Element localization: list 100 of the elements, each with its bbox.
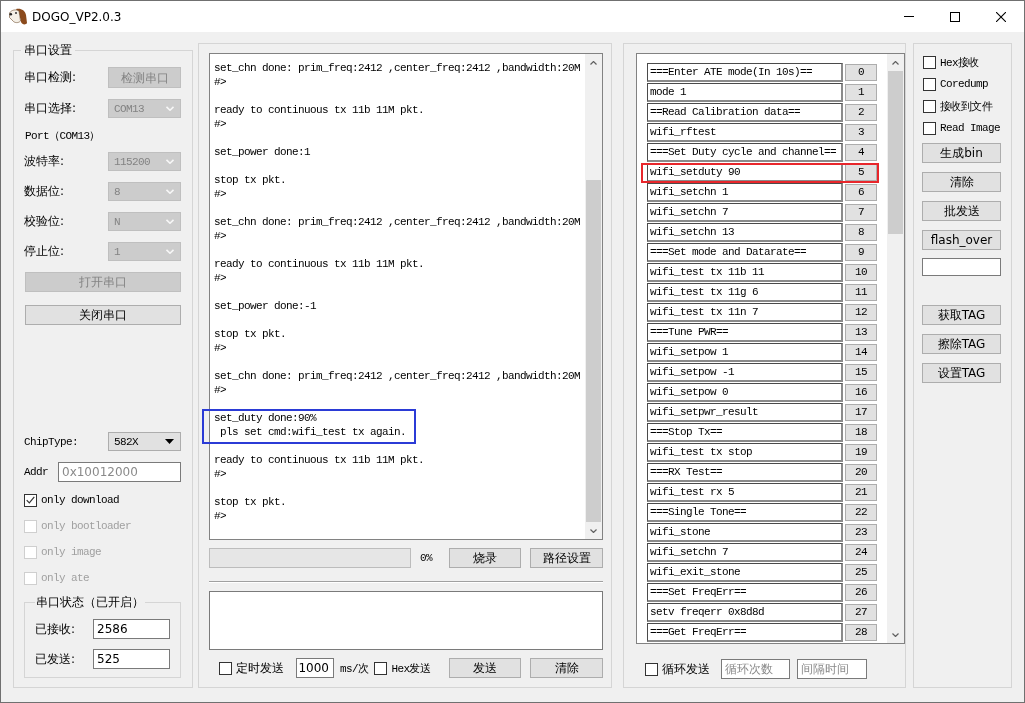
command-field[interactable]: wifi_setchn 7 [647, 203, 843, 222]
command-field[interactable]: ===Set mode and Datarate== [647, 243, 843, 262]
number-button[interactable]: 24 [845, 544, 877, 561]
number-button[interactable]: 22 [845, 504, 877, 521]
log-line: #> [214, 271, 227, 285]
field-label: 串口选择: [24, 100, 77, 117]
chevron-up-icon[interactable] [892, 60, 899, 65]
button[interactable]: 生成bin [922, 143, 1001, 163]
number-button[interactable]: 13 [845, 324, 877, 341]
command-field[interactable]: wifi_test tx 11g 6 [647, 283, 843, 302]
button[interactable]: 获取TAG [922, 305, 1001, 325]
number-button[interactable]: 4 [845, 144, 877, 161]
number-button[interactable]: 12 [845, 304, 877, 321]
loop-count-field[interactable]: 循环次数 [721, 659, 790, 679]
command-field[interactable]: wifi_setpwr_result [647, 403, 843, 422]
command-field[interactable]: wifi_setpow 1 [647, 343, 843, 362]
number-button[interactable]: 9 [845, 244, 877, 261]
checkbox[interactable] [923, 77, 936, 91]
command-field[interactable]: ===Set Duty cycle and channel== [647, 143, 843, 162]
number-button[interactable]: 20 [845, 464, 877, 481]
command-field[interactable]: wifi_setpow 0 [647, 383, 843, 402]
command-field[interactable]: ===Single Tone== [647, 503, 843, 522]
checkbox[interactable] [219, 661, 232, 675]
scrollbar-thumb[interactable] [888, 71, 903, 234]
loop-interval-field[interactable]: 间隔时间 [797, 659, 867, 679]
command-field[interactable]: ===Stop Tx== [647, 423, 843, 442]
number-button[interactable]: 26 [845, 584, 877, 601]
chevron-down-icon[interactable] [590, 528, 597, 533]
command-field[interactable]: wifi_setchn 1 [647, 183, 843, 202]
number-button[interactable]: 8 [845, 224, 877, 241]
checkbox[interactable] [923, 55, 936, 69]
number-button[interactable]: 6 [845, 184, 877, 201]
command-field[interactable]: ===RX Test== [647, 463, 843, 482]
button[interactable]: 擦除TAG [922, 334, 1001, 354]
command-field[interactable]: wifi_setduty 90 [647, 163, 843, 182]
command-field[interactable]: ===Get FreqErr== [647, 623, 843, 642]
command-field[interactable]: ==Read Calibration data== [647, 103, 843, 122]
number-button[interactable]: 3 [845, 124, 877, 141]
command-field[interactable]: ===Enter ATE mode(In 10s)== [647, 63, 843, 82]
button[interactable]: 烧录 [449, 548, 521, 568]
command-field[interactable]: setv freqerr 0x8d8d [647, 603, 843, 622]
send-text-area[interactable] [209, 591, 603, 650]
command-field[interactable]: ===Set FreqErr== [647, 583, 843, 602]
number-button[interactable]: 5 [845, 164, 877, 181]
number-button[interactable]: 17 [845, 404, 877, 421]
number-button[interactable]: 0 [845, 64, 877, 81]
checkbox[interactable] [645, 662, 658, 676]
command-field[interactable]: wifi_test tx stop [647, 443, 843, 462]
number-button[interactable]: 28 [845, 624, 877, 641]
field-label: 串口检测: [24, 69, 77, 86]
number-button[interactable]: 19 [845, 444, 877, 461]
count-field[interactable]: 525 [93, 649, 170, 669]
checkbox[interactable] [923, 121, 936, 135]
number-button[interactable]: 7 [845, 204, 877, 221]
number-button[interactable]: 1 [845, 84, 877, 101]
checkbox[interactable] [923, 99, 936, 113]
text-field[interactable] [922, 258, 1001, 276]
button[interactable]: 路径设置 [530, 548, 603, 568]
command-field[interactable]: wifi_setchn 13 [647, 223, 843, 242]
number-button[interactable]: 18 [845, 424, 877, 441]
button[interactable]: 批发送 [922, 201, 1001, 221]
number-button[interactable]: 25 [845, 564, 877, 581]
maximize-icon[interactable] [950, 11, 960, 22]
count-field[interactable]: 2586 [93, 619, 170, 639]
dropdown[interactable]: 582X [108, 432, 181, 451]
command-field[interactable]: ===Tune PWR== [647, 323, 843, 342]
command-field[interactable]: wifi_setpow -1 [647, 363, 843, 382]
command-field[interactable]: wifi_rftest [647, 123, 843, 142]
number-button[interactable]: 11 [845, 284, 877, 301]
number-button[interactable]: 21 [845, 484, 877, 501]
button[interactable]: 清除 [530, 658, 603, 678]
button[interactable]: flash_over [922, 230, 1001, 250]
chevron-up-icon[interactable] [590, 60, 597, 65]
checkbox[interactable] [374, 661, 388, 675]
checkbox[interactable] [24, 493, 37, 507]
command-field[interactable]: wifi_test rx 5 [647, 483, 843, 502]
number-button[interactable]: 15 [845, 364, 877, 381]
scrollbar[interactable] [585, 54, 602, 539]
button[interactable]: 清除 [922, 172, 1001, 192]
command-field[interactable]: wifi_test tx 11b 11 [647, 263, 843, 282]
command-field[interactable]: wifi_test tx 11n 7 [647, 303, 843, 322]
command-field[interactable]: mode 1 [647, 83, 843, 102]
button[interactable]: 发送 [449, 658, 521, 678]
command-field[interactable]: wifi_exit_stone [647, 563, 843, 582]
button[interactable]: 关闭串口 [25, 305, 181, 325]
command-field[interactable]: wifi_setchn 7 [647, 543, 843, 562]
number-button[interactable]: 14 [845, 344, 877, 361]
command-field[interactable]: wifi_stone [647, 523, 843, 542]
number-button[interactable]: 27 [845, 604, 877, 621]
scrollbar[interactable] [887, 54, 904, 643]
scrollbar-thumb[interactable] [586, 180, 601, 522]
interval-field[interactable]: 1000 [296, 658, 334, 678]
number-button[interactable]: 2 [845, 104, 877, 121]
button[interactable]: 设置TAG [922, 363, 1001, 383]
close-icon[interactable] [996, 11, 1006, 22]
number-button[interactable]: 23 [845, 524, 877, 541]
number-button[interactable]: 16 [845, 384, 877, 401]
address-field[interactable]: 0x10012000 [58, 462, 181, 482]
chevron-down-icon[interactable] [892, 632, 899, 637]
number-button[interactable]: 10 [845, 264, 877, 281]
